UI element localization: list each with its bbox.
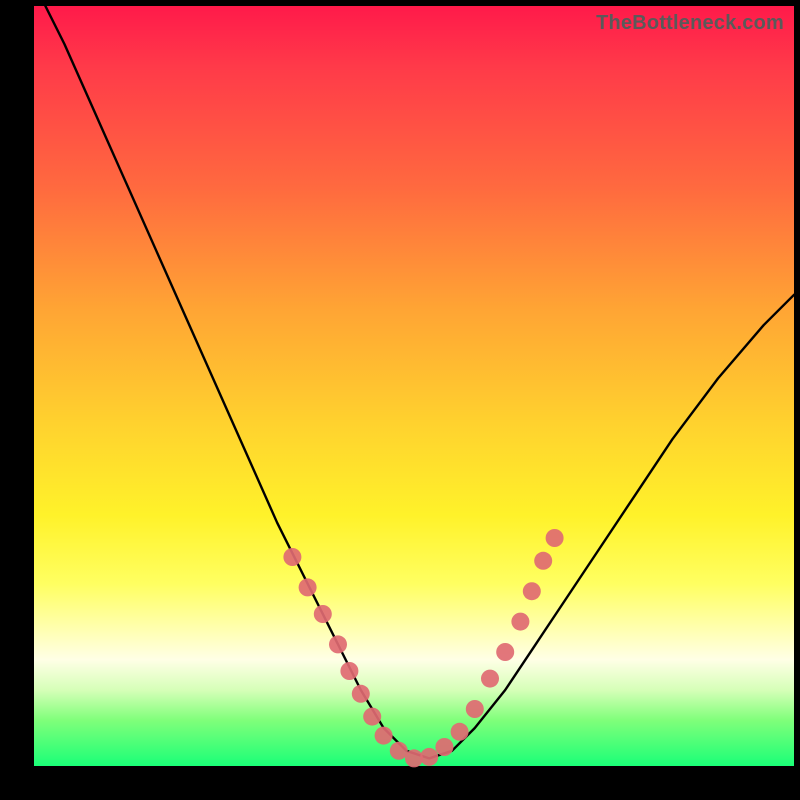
plot-area: TheBottleneck.com <box>34 6 794 766</box>
highlight-dot <box>405 749 423 767</box>
highlight-dot <box>451 723 469 741</box>
marker-group <box>283 529 563 767</box>
highlight-dot <box>546 529 564 547</box>
curve-svg <box>34 6 794 766</box>
highlight-dot <box>299 578 317 596</box>
highlight-dot <box>283 548 301 566</box>
highlight-dot <box>363 708 381 726</box>
highlight-dot <box>435 738 453 756</box>
highlight-dot <box>329 635 347 653</box>
highlight-dot <box>466 700 484 718</box>
highlight-dot <box>523 582 541 600</box>
bottleneck-curve-path <box>34 0 794 758</box>
highlight-dot <box>511 613 529 631</box>
highlight-dot <box>375 727 393 745</box>
highlight-dot <box>496 643 514 661</box>
highlight-dot <box>534 552 552 570</box>
chart-stage: TheBottleneck.com <box>0 0 800 800</box>
highlight-dot <box>481 670 499 688</box>
highlight-dot <box>420 748 438 766</box>
highlight-dot <box>352 685 370 703</box>
highlight-dot <box>340 662 358 680</box>
highlight-dot <box>314 605 332 623</box>
